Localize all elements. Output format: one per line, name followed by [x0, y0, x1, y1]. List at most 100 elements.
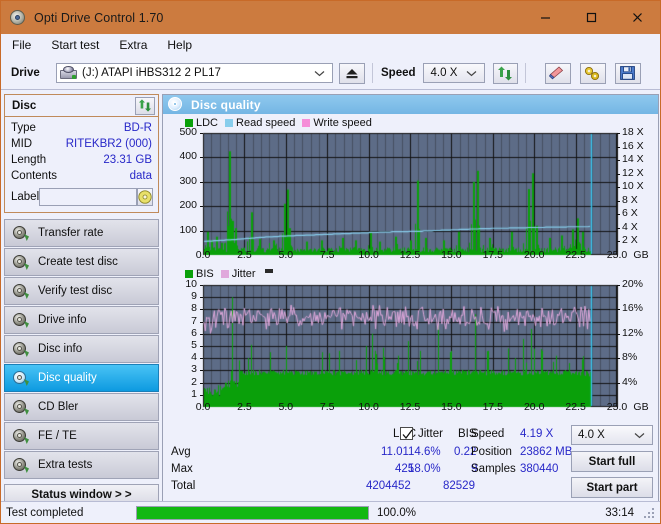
start-part-label: Start part [586, 481, 638, 494]
x-tick-label: 17.5 [482, 401, 504, 413]
y-tick-mark-right [617, 174, 620, 175]
jitter-checkbox[interactable] [400, 427, 413, 440]
y-tick-mark-right [617, 214, 620, 215]
y-tick-label: 400 [179, 150, 197, 163]
x-axis-unit: GB [633, 401, 649, 413]
maximize-icon[interactable] [568, 1, 614, 33]
stats-avg-ldc: 11.01 [381, 446, 409, 458]
jitter-label: Jitter [418, 428, 443, 440]
x-tick-label: 22.5 [565, 401, 586, 413]
tools-button[interactable] [579, 62, 606, 84]
y-tick-label-right: 12 X [622, 166, 644, 179]
x-tick-label: 5.0 [278, 401, 294, 413]
y-tick-mark-right [617, 133, 620, 134]
legend-label-jitter: Jitter [231, 267, 256, 280]
disc-label-button[interactable] [137, 187, 154, 206]
disc-row-mid: MID RITEKBR2 (000) [11, 136, 152, 152]
sidebar-item-label: Create test disc [38, 256, 118, 268]
legend-label-write-speed: Write speed [313, 116, 372, 129]
y-tick-label-right: 12% [622, 326, 644, 339]
y-tick-label-right: 16 X [622, 139, 644, 152]
toolbar-divider [524, 63, 526, 83]
test-speed-value: 4.0 X [578, 429, 605, 441]
sidebar-item-extra-tests[interactable]: Extra tests [4, 451, 159, 479]
y-tick-label: 4 [191, 351, 197, 364]
start-part-button[interactable]: Start part [571, 477, 653, 498]
erase-button[interactable] [544, 62, 571, 84]
legend-label-ldc: LDC [196, 116, 219, 129]
minimize-icon[interactable] [522, 1, 568, 33]
y-tick-label-right: 8 X [622, 193, 638, 206]
sidebar-item-disc-info[interactable]: Disc info [4, 335, 159, 363]
y-tick-label-right: 4 X [622, 220, 638, 233]
start-full-button[interactable]: Start full [571, 451, 653, 472]
y-tick-mark [200, 334, 203, 335]
sidebar-item-disc-quality[interactable]: Disc quality [4, 364, 159, 392]
sidebar-item-label: Extra tests [38, 459, 93, 471]
chevron-down-icon [314, 64, 325, 82]
disc-row-contents: Contents data [11, 168, 152, 184]
speed-select[interactable]: 4.0 X [422, 63, 485, 83]
disc-key-length: Length [11, 154, 47, 166]
y-tick-mark-right [617, 358, 620, 359]
app-icon [10, 9, 27, 26]
menu-item-start-test[interactable]: Start test [49, 36, 108, 55]
y-tick-label: 1 [191, 387, 197, 400]
drive-label: Drive [11, 67, 40, 79]
speed-label: Speed [381, 67, 416, 79]
menu-item-file[interactable]: File [10, 36, 40, 55]
legend-marker-icon [264, 268, 273, 273]
y-tick-label-right: 4% [622, 375, 638, 388]
sidebar-item-create-test-disc[interactable]: Create test disc [4, 248, 159, 276]
bis-jitter-chart-canvas [163, 281, 658, 411]
jitter-max: 18.0% [408, 463, 441, 475]
progress-percent: 100.0% [377, 506, 417, 519]
y-tick-mark [200, 395, 203, 396]
x-tick-label: 22.5 [565, 249, 586, 261]
progress-bar [136, 505, 369, 520]
menu-item-extra[interactable]: Extra [117, 36, 156, 55]
sidebar-item-fe-te[interactable]: FE / TE [4, 422, 159, 450]
samples-stat-value: 380440 [520, 463, 559, 475]
disc-test-icon [12, 312, 29, 328]
y-tick-mark [200, 206, 203, 207]
app-window: Opti Drive Control 1.70 File Start test … [0, 0, 661, 524]
position-stat-value: 23862 MB [520, 446, 573, 458]
start-full-label: Start full [588, 455, 636, 468]
x-tick-label: 0.0 [195, 401, 211, 413]
resize-grip[interactable] [644, 508, 656, 520]
disc-label-input[interactable] [39, 187, 138, 206]
disc-panel-title: Disc [12, 99, 37, 112]
save-button[interactable] [614, 62, 641, 84]
sidebar-item-verify-test-disc[interactable]: Verify test disc [4, 277, 159, 305]
stats-total-ldc: 4204452 [366, 480, 411, 492]
refresh-button[interactable] [492, 62, 518, 84]
sidebar-item-label: Disc info [38, 343, 83, 355]
y-tick-mark [200, 383, 203, 384]
y-tick-mark [200, 346, 203, 347]
disc-quality-icon [168, 97, 183, 112]
disc-panel: Disc Type BD-R MID RITEKBR2 (000) Length… [4, 94, 159, 213]
stats-row-avg: Avg [171, 446, 191, 458]
close-icon[interactable] [614, 1, 660, 33]
y-tick-label: 7 [191, 314, 197, 327]
y-tick-label: 100 [179, 223, 197, 236]
disc-test-icon [12, 341, 29, 357]
test-speed-select[interactable]: 4.0 X [571, 425, 653, 445]
bis-jitter-chart: 1 2 3 4 5 6 7 8 9 10 4% 8% 12% 16% 20% [163, 278, 658, 411]
x-tick-label: 0.0 [195, 249, 211, 261]
drive-select[interactable]: (J:) ATAPI iHBS312 2 PL17 [56, 63, 333, 83]
y-tick-label-right: 18 X [622, 126, 644, 138]
sidebar-item-transfer-rate[interactable]: Transfer rate [4, 219, 159, 247]
status-bar: Test completed 100.0% 33:14 [1, 501, 660, 523]
menu-item-help[interactable]: Help [165, 36, 201, 55]
y-tick-label: 5 [191, 339, 197, 351]
y-tick-mark-right [617, 187, 620, 188]
eject-button[interactable] [339, 62, 365, 84]
y-tick-label: 200 [179, 199, 197, 212]
y-tick-label: 9 [191, 290, 197, 303]
sidebar-item-drive-info[interactable]: Drive info [4, 306, 159, 334]
disc-refresh-button[interactable] [135, 96, 155, 115]
jitter-avg: 14.6% [408, 446, 441, 458]
sidebar-item-cd-bler[interactable]: CD Bler [4, 393, 159, 421]
